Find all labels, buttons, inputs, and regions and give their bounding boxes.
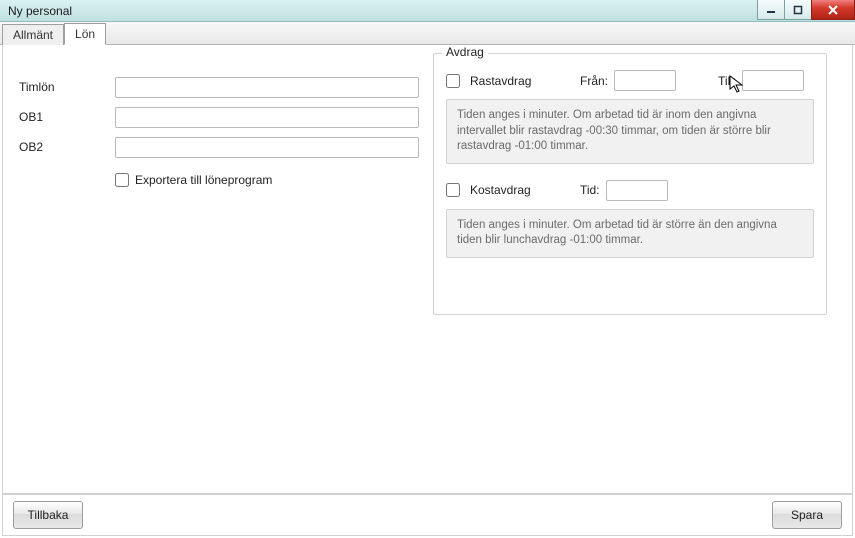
groupbox-avdrag: Avdrag Rastavdrag Från: Till: Tiden ange… xyxy=(433,53,827,315)
label-ob2: OB2 xyxy=(19,140,115,154)
input-till[interactable] xyxy=(742,70,804,91)
window-title: Ny personal xyxy=(8,4,72,18)
label-timlon: Timlön xyxy=(19,80,115,94)
minimize-icon xyxy=(766,5,776,15)
row-timlon: Timlön xyxy=(19,75,419,99)
label-fran: Från: xyxy=(580,74,608,88)
label-kostavdrag: Kostavdrag xyxy=(470,183,550,197)
row-ob2: OB2 xyxy=(19,135,419,159)
save-button[interactable]: Spara xyxy=(772,501,842,529)
close-icon xyxy=(827,5,839,15)
input-tid[interactable] xyxy=(606,180,668,201)
tab-allmant[interactable]: Allmänt xyxy=(2,24,64,45)
groupbox-title: Avdrag xyxy=(442,45,488,59)
input-ob2[interactable] xyxy=(115,137,419,158)
left-column: Timlön OB1 OB2 Exportera till löneprogra… xyxy=(19,75,419,187)
footer: Tillbaka Spara xyxy=(2,494,853,536)
window-controls xyxy=(758,0,855,20)
input-timlon[interactable] xyxy=(115,77,419,98)
row-ob1: OB1 xyxy=(19,105,419,129)
input-ob1[interactable] xyxy=(115,107,419,128)
close-button[interactable] xyxy=(811,0,855,20)
help-kostavdrag: Tiden anges i minuter. Om arbetad tid är… xyxy=(446,209,814,258)
minimize-button[interactable] xyxy=(757,0,785,20)
label-tid: Tid: xyxy=(580,183,600,197)
row-rastavdrag: Rastavdrag Från: Till: xyxy=(446,70,814,91)
back-button[interactable]: Tillbaka xyxy=(13,501,83,529)
label-rastavdrag: Rastavdrag xyxy=(470,74,550,88)
row-kostavdrag: Kostavdrag Tid: xyxy=(446,180,814,201)
checkbox-export[interactable] xyxy=(115,173,129,187)
row-export: Exportera till löneprogram xyxy=(19,173,419,187)
label-till: Till: xyxy=(718,74,736,88)
groupbox-inner: Rastavdrag Från: Till: Tiden anges i min… xyxy=(434,54,826,268)
label-ob1: OB1 xyxy=(19,110,115,124)
tab-lon[interactable]: Lön xyxy=(64,23,106,45)
input-fran[interactable] xyxy=(614,70,676,91)
maximize-button[interactable] xyxy=(784,0,812,20)
tabstrip: Allmänt Lön xyxy=(0,22,855,45)
maximize-icon xyxy=(793,5,803,15)
content-area: Timlön OB1 OB2 Exportera till löneprogra… xyxy=(2,45,853,494)
checkbox-rastavdrag[interactable] xyxy=(446,74,460,88)
label-export: Exportera till löneprogram xyxy=(135,173,272,187)
checkbox-kostavdrag[interactable] xyxy=(446,183,460,197)
titlebar: Ny personal xyxy=(0,0,855,22)
help-rastavdrag: Tiden anges i minuter. Om arbetad tid är… xyxy=(446,99,814,164)
